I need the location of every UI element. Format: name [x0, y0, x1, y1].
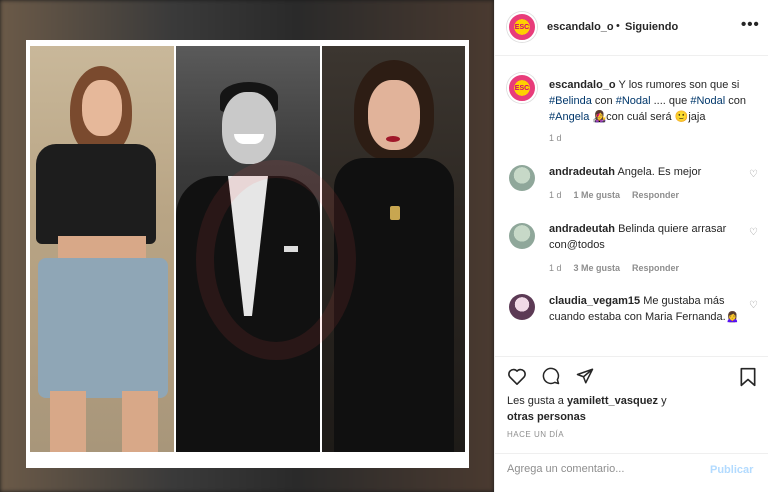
post-caption: escandalo_o Y los rumores son que si #Be… [549, 77, 759, 125]
add-comment-input[interactable] [507, 463, 697, 475]
hashtag-link[interactable]: #Nodal [690, 95, 725, 107]
leg-left [50, 391, 86, 452]
caption-age: 1 d [549, 133, 562, 143]
comment-meta: 1 d 1 Me gusta Responder [549, 190, 691, 200]
caption-text: con [594, 95, 613, 107]
commenter-avatar[interactable] [509, 294, 535, 320]
shorts-shape [38, 258, 168, 398]
post-sidebar: ESC escandalo_o • Siguiendo ••• ESC esca… [494, 0, 768, 492]
header-username[interactable]: escandalo_o [547, 21, 614, 33]
comment-text: claudia_vegam15 Me gustaba más cuando es… [549, 293, 745, 325]
more-options-icon[interactable]: ••• [741, 16, 760, 33]
emoji-icon: 👩‍🎤 [592, 111, 607, 123]
bookmark-icon[interactable] [739, 367, 757, 390]
lips-shape [386, 136, 400, 142]
likes-summary: Les gusta a yamilett_vasquez y otras per… [507, 393, 757, 425]
comment-like-icon[interactable]: ♡ [749, 300, 758, 311]
hashtag-link[interactable]: #Nodal [616, 95, 651, 107]
comment-username[interactable]: andradeutah [549, 223, 615, 235]
post-header: ESC escandalo_o • Siguiendo ••• [495, 0, 768, 56]
reply-button[interactable]: Responder [632, 190, 679, 200]
likes-others-link[interactable]: otras personas [507, 411, 586, 423]
photo-panel-left [30, 46, 174, 452]
caption-avatar[interactable]: ESC [507, 73, 537, 103]
padlock-shape [390, 206, 400, 220]
sweater-shape [334, 158, 454, 452]
watermark-logo [196, 160, 356, 360]
reply-button[interactable]: Responder [632, 263, 679, 273]
comment-icon[interactable] [541, 367, 561, 388]
avatar-logo-text: ESC [514, 23, 530, 31]
comment-likes[interactable]: 3 Me gusta [574, 263, 621, 273]
emoji-icon: 🙂 [674, 111, 689, 123]
caption-text: .... que [653, 95, 688, 107]
commenter-avatar[interactable] [509, 165, 535, 191]
commenter-avatar[interactable] [509, 223, 535, 249]
face-shape [222, 92, 276, 164]
publish-button[interactable]: Publicar [710, 464, 753, 476]
comments-section[interactable]: ESC escandalo_o Y los rumores son que si… [495, 57, 768, 355]
comment-text: andradeutah Belinda quiere arrasar con@t… [549, 221, 745, 253]
following-button[interactable]: Siguiendo [625, 21, 678, 33]
comment-text: andradeutah Angela. Es mejor [549, 164, 745, 180]
heart-icon[interactable] [507, 367, 527, 388]
comment-like-icon[interactable]: ♡ [749, 169, 758, 180]
likes-user-link[interactable]: yamilett_vasquez [567, 395, 658, 407]
leg-right [122, 391, 158, 452]
comment-username[interactable]: andradeutah [549, 166, 615, 178]
caption-text: Y los rumores son que si [618, 79, 740, 91]
profile-avatar[interactable]: ESC [507, 12, 537, 42]
photo-collage [26, 40, 469, 468]
comment-likes[interactable]: 1 Me gusta [574, 190, 621, 200]
caption-text: jaja [688, 111, 706, 123]
comment-body: Angela. Es mejor [617, 166, 702, 178]
caption-text: con cuál será [606, 111, 672, 123]
likes-and: y [661, 395, 667, 407]
comment-age: 1 d [549, 190, 562, 200]
face-shape [82, 80, 122, 136]
share-icon[interactable] [575, 367, 595, 388]
hashtag-link[interactable]: #Belinda [549, 95, 592, 107]
hashtag-link[interactable]: #Angela [549, 111, 589, 123]
caption-text: con [728, 95, 746, 107]
caption-username[interactable]: escandalo_o [549, 79, 616, 91]
post-actions: Les gusta a yamilett_vasquez y otras per… [495, 356, 768, 492]
comment-like-icon[interactable]: ♡ [749, 227, 758, 238]
post-image[interactable] [0, 0, 494, 492]
emoji-icon: 🙍‍♀️ [725, 311, 740, 323]
caption-meta: 1 d [549, 133, 574, 143]
post-timestamp[interactable]: HACE UN DÍA [507, 430, 564, 439]
header-separator: • [616, 20, 620, 32]
instagram-post: ESC escandalo_o • Siguiendo ••• ESC esca… [0, 0, 768, 492]
comment-username[interactable]: claudia_vegam15 [549, 295, 640, 307]
comment-age: 1 d [549, 263, 562, 273]
likes-prefix: Les gusta a [507, 395, 564, 407]
top-shape [36, 144, 156, 244]
avatar-logo-text: ESC [514, 84, 530, 92]
comment-meta: 1 d 3 Me gusta Responder [549, 263, 691, 273]
